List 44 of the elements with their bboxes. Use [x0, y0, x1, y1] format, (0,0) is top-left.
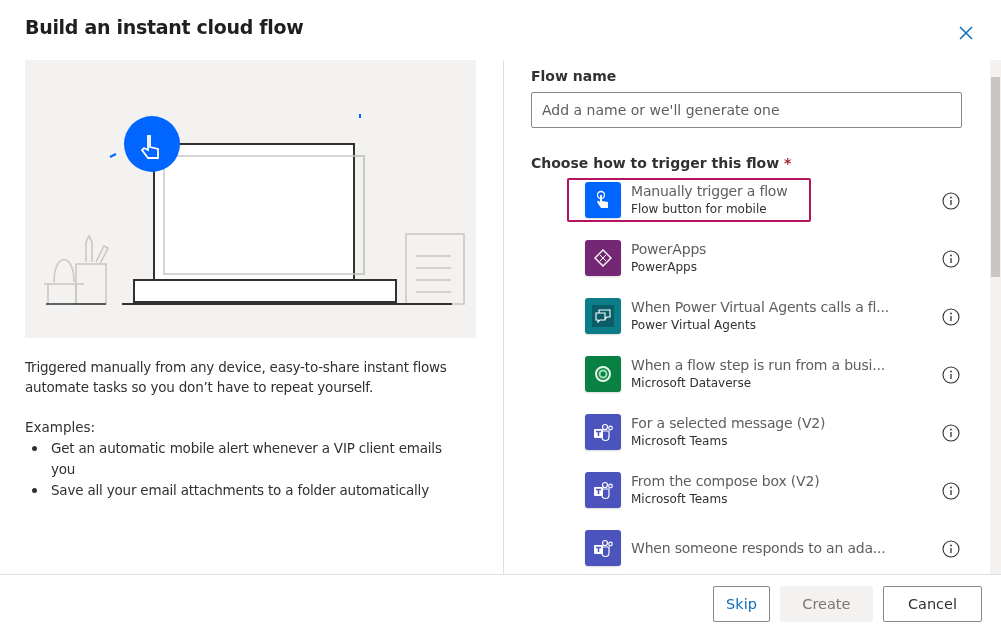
- close-icon: [959, 26, 973, 40]
- trigger-option[interactable]: PowerApps PowerApps: [567, 236, 811, 280]
- bullet-icon: [32, 446, 37, 451]
- trigger-option[interactable]: From the compose box (V2) Microsoft Teams: [567, 468, 834, 512]
- examples-heading: Examples:: [25, 418, 97, 437]
- trigger-option[interactable]: When someone responds to an ada...: [567, 526, 900, 570]
- info-icon: [942, 250, 960, 268]
- field-label: Flow name: [531, 68, 618, 84]
- bullet-icon: [32, 488, 37, 493]
- dialog-button[interactable]: Skip: [713, 586, 770, 622]
- dialog-button[interactable]: Cancel: [882, 586, 982, 622]
- info-button[interactable]: [942, 366, 960, 384]
- trigger-option[interactable]: Manually trigger a flow Flow button for mobile: [567, 178, 811, 222]
- chat-bubbles-icon: [591, 304, 615, 328]
- trigger-option[interactable]: When Power Virtual Agents calls a fl... Power Virtual Agents: [567, 294, 903, 338]
- info-button[interactable]: [942, 192, 960, 210]
- flow-name-field[interactable]: Add a name or we'll generate one: [531, 92, 962, 128]
- field-label: Choose how to trigger this flow: [531, 155, 780, 171]
- trigger-option[interactable]: When a flow step is run from a busi... Microsoft Dataverse: [567, 352, 900, 396]
- trigger-option[interactable]: For a selected message (V2) Microsoft Teams: [567, 410, 840, 454]
- teams-icon: [592, 538, 614, 558]
- info-button[interactable]: [942, 482, 960, 500]
- teams-icon: [592, 422, 614, 442]
- info-button[interactable]: [942, 540, 960, 558]
- teams-icon: [592, 480, 614, 500]
- info-button[interactable]: [942, 424, 960, 442]
- description-text: Triggered manually from any device, easy-to-share instant flows automate tasks so you don’t have to repeat yourself.: [25, 358, 448, 397]
- info-button[interactable]: [942, 308, 960, 326]
- info-icon: [942, 424, 960, 442]
- info-icon: [942, 192, 960, 210]
- swirl-icon: [593, 364, 613, 384]
- info-icon: [942, 366, 960, 384]
- info-icon: [942, 308, 960, 326]
- hand-pointer-icon: [595, 190, 611, 210]
- info-button[interactable]: [942, 250, 960, 268]
- example-text: Get an automatic mobile alert whenever a VIP client emails you: [51, 439, 443, 479]
- required-mark: *: [784, 155, 792, 171]
- scrollbar-thumb[interactable]: [991, 77, 1000, 277]
- info-icon: [942, 482, 960, 500]
- dialog-title: Build an instant cloud flow: [25, 16, 304, 38]
- info-icon: [942, 540, 960, 558]
- diamond-icon: [593, 248, 613, 268]
- example-text: Save all your email attachments to a folder automatically: [51, 481, 429, 500]
- scrollbar[interactable]: [990, 60, 1001, 574]
